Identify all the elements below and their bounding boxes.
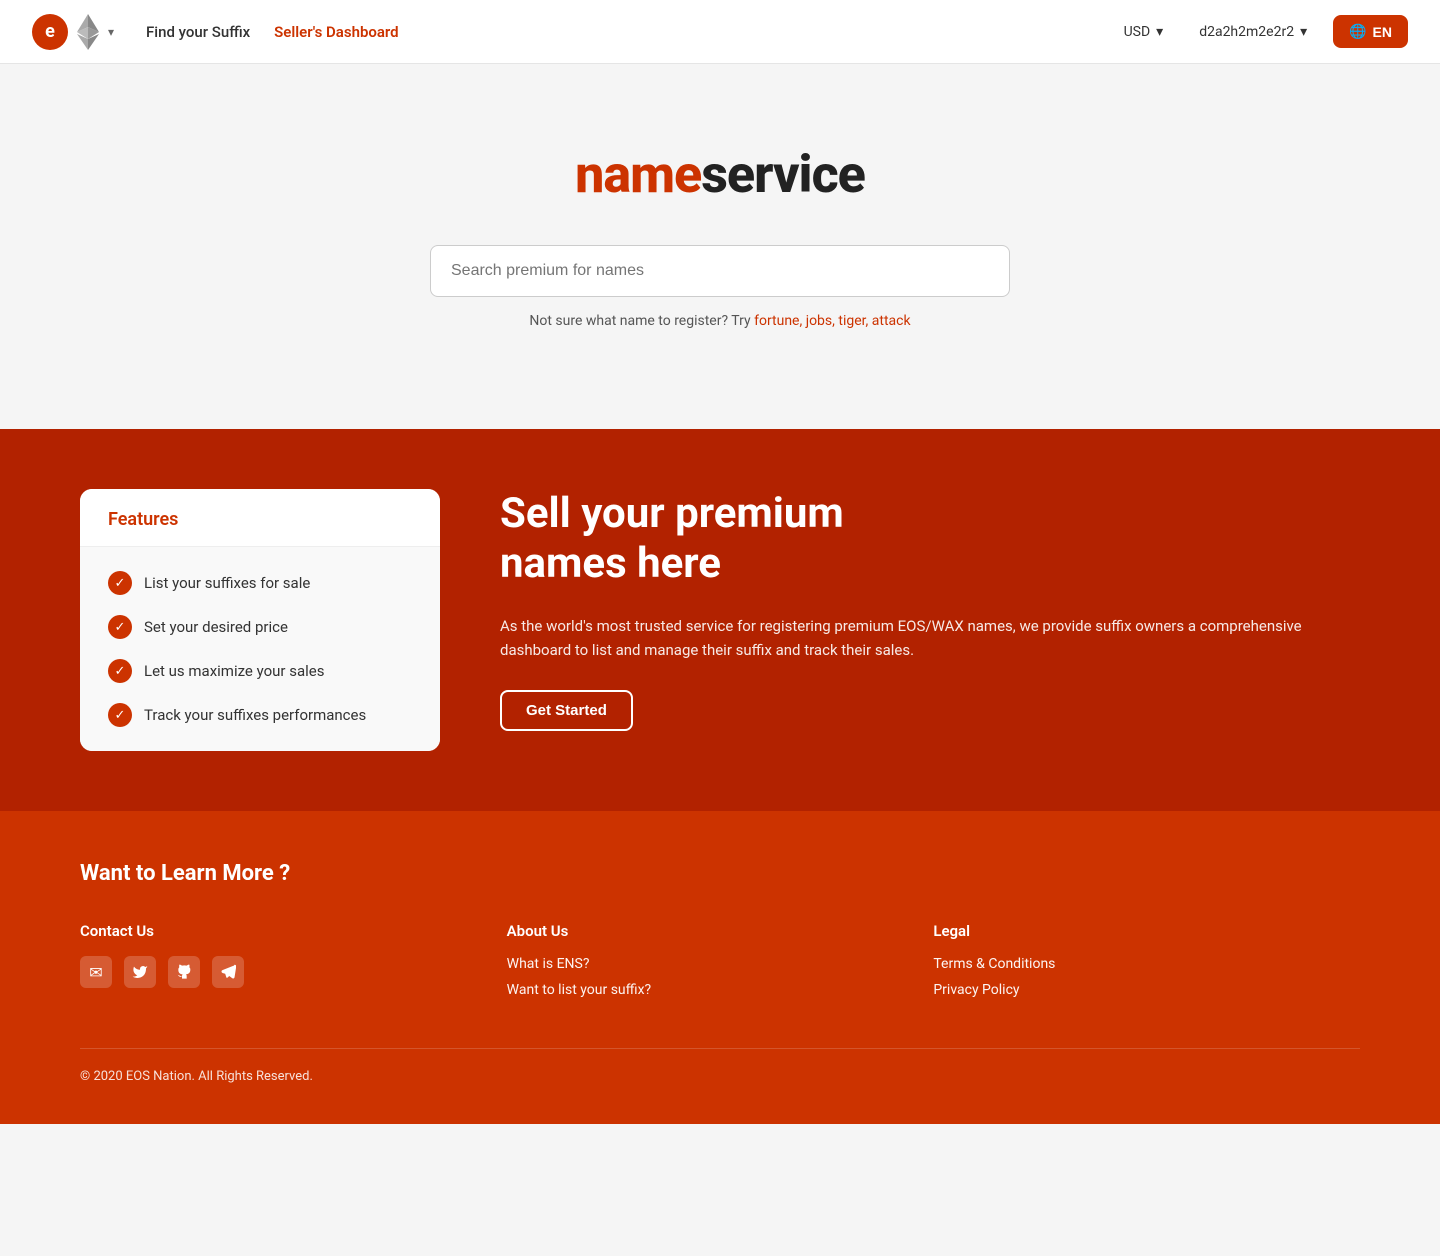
footer-col-about: About Us What is ENS? Want to list your … [507, 922, 934, 1008]
globe-icon: 🌐 [1349, 23, 1366, 40]
brand-logo: nameservice [575, 144, 865, 205]
search-hint: Not sure what name to register? Try fort… [529, 313, 910, 329]
nav-right: USD ▾ d2a2h2m2e2r2 ▾ 🌐 EN [1114, 15, 1408, 48]
feature-item-1: ✓ List your suffixes for sale [108, 571, 412, 595]
terms-conditions-link[interactable]: Terms & Conditions [933, 956, 1360, 972]
about-title: About Us [507, 922, 934, 940]
nav-links: Find your Suffix Seller's Dashboard [146, 23, 1114, 41]
footer-copyright: © 2020 EOS Nation. All Rights Reserved. [80, 1048, 1360, 1084]
sell-description: As the world's most trusted service for … [500, 614, 1360, 662]
sell-section: Sell your premium names here As the worl… [500, 489, 1360, 731]
feature-label-4: Track your suffixes performances [144, 706, 366, 724]
logo[interactable]: e ▾ [32, 14, 114, 50]
privacy-policy-link[interactable]: Privacy Policy [933, 982, 1360, 998]
features-card: Features ✓ List your suffixes for sale ✓… [80, 489, 440, 751]
feature-item-4: ✓ Track your suffixes performances [108, 703, 412, 727]
currency-dropdown[interactable]: USD ▾ [1114, 18, 1174, 46]
hint-link-fortune[interactable]: fortune, [754, 313, 806, 329]
check-icon-2: ✓ [108, 615, 132, 639]
contact-title: Contact Us [80, 922, 507, 940]
check-icon-3: ✓ [108, 659, 132, 683]
feature-label-3: Let us maximize your sales [144, 662, 324, 680]
logo-service-part: service [701, 144, 865, 205]
feature-item-2: ✓ Set your desired price [108, 615, 412, 639]
currency-chevron-icon: ▾ [1156, 24, 1163, 40]
features-card-body: ✓ List your suffixes for sale ✓ Set your… [80, 547, 440, 751]
get-started-button[interactable]: Get Started [500, 690, 633, 731]
search-input[interactable] [430, 245, 1010, 297]
footer: Want to Learn More ? Contact Us ✉ About … [0, 811, 1440, 1124]
features-card-header: Features [80, 489, 440, 547]
telegram-icon[interactable] [212, 956, 244, 988]
feature-item-3: ✓ Let us maximize your sales [108, 659, 412, 683]
eos-icon: e [32, 14, 68, 50]
hint-link-attack[interactable]: attack [872, 313, 911, 329]
hero-section: nameservice Not sure what name to regist… [0, 64, 1440, 429]
language-button[interactable]: 🌐 EN [1333, 15, 1408, 48]
feature-label-1: List your suffixes for sale [144, 574, 310, 592]
logo-chevron-icon[interactable]: ▾ [108, 25, 114, 39]
search-wrapper [430, 245, 1010, 297]
footer-col-contact: Contact Us ✉ [80, 922, 507, 1008]
features-title: Features [108, 509, 412, 530]
account-chevron-icon: ▾ [1300, 24, 1307, 40]
email-icon[interactable]: ✉ [80, 956, 112, 988]
twitter-icon[interactable] [124, 956, 156, 988]
hint-link-jobs[interactable]: jobs, [806, 313, 839, 329]
footer-columns: Contact Us ✉ About Us What is ENS? Want … [80, 922, 1360, 1008]
sellers-dashboard-link[interactable]: Seller's Dashboard [274, 23, 398, 41]
sell-heading: Sell your premium names here [500, 489, 1360, 590]
find-suffix-link[interactable]: Find your Suffix [146, 23, 250, 41]
list-suffix-link[interactable]: Want to list your suffix? [507, 982, 934, 998]
account-dropdown[interactable]: d2a2h2m2e2r2 ▾ [1189, 18, 1317, 46]
check-icon-4: ✓ [108, 703, 132, 727]
hint-link-tiger[interactable]: tiger, [838, 313, 871, 329]
github-icon[interactable] [168, 956, 200, 988]
social-icons: ✉ [80, 956, 507, 988]
eth-icon [72, 16, 104, 48]
legal-title: Legal [933, 922, 1360, 940]
footer-col-legal: Legal Terms & Conditions Privacy Policy [933, 922, 1360, 1008]
logo-name-part: name [575, 144, 701, 205]
check-icon-1: ✓ [108, 571, 132, 595]
navbar: e ▾ Find your Suffix Seller's Dashboard … [0, 0, 1440, 64]
what-is-ens-link[interactable]: What is ENS? [507, 956, 934, 972]
features-section: Features ✓ List your suffixes for sale ✓… [0, 429, 1440, 811]
footer-learn-heading: Want to Learn More ? [80, 861, 1360, 886]
feature-label-2: Set your desired price [144, 618, 288, 636]
